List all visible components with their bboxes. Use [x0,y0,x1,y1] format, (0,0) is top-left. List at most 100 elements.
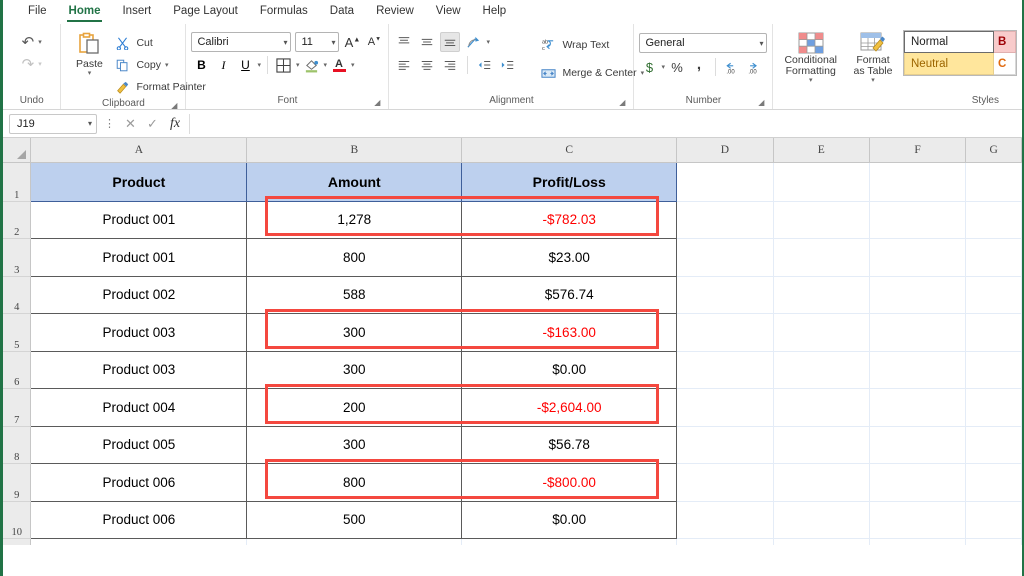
cell-profit-loss[interactable]: $23.00 [461,238,678,277]
cell-profit-loss[interactable]: -$163.00 [461,313,678,352]
fill-color-button[interactable] [301,55,321,75]
cell-d6[interactable] [676,351,774,389]
cell-product[interactable]: Product 003 [30,313,248,352]
number-format-combo[interactable]: General ▾ [639,33,768,53]
cell-f6[interactable] [869,351,967,389]
orientation-caret-icon[interactable]: ▾ [486,39,490,46]
cell-g2[interactable] [965,201,1022,239]
cell-f8[interactable] [869,426,967,464]
decrease-indent-button[interactable] [475,55,495,75]
font-dialog-launcher[interactable]: ◢ [374,98,380,107]
cell-profit-loss[interactable]: $56.78 [461,426,678,464]
percent-format-button[interactable]: % [667,57,687,77]
cell-product[interactable]: Product 006 [30,501,248,539]
cell-f2[interactable] [869,201,967,239]
cell-g11[interactable] [965,538,1022,545]
row-header-9[interactable]: 9 [3,463,32,502]
row-header-2[interactable]: 2 [3,201,32,239]
cell-f5[interactable] [869,313,967,352]
cell-e3[interactable] [773,238,870,277]
cell-style-normal[interactable]: Normal [904,31,994,53]
column-header-a[interactable]: A [30,138,248,163]
cell-d1[interactable] [676,162,774,202]
italic-button[interactable]: I [213,55,233,75]
row-header-1[interactable]: 1 [3,162,32,202]
cell-g9[interactable] [965,463,1022,502]
tab-data[interactable]: Data [319,3,365,21]
number-dialog-launcher[interactable]: ◢ [758,98,764,107]
cell-amount[interactable]: 500 [246,501,463,539]
cell-f7[interactable] [869,388,967,427]
orientation-button[interactable] [463,32,483,52]
table-header-product[interactable]: Product [30,161,248,202]
align-center-button[interactable] [417,55,437,75]
align-bottom-button[interactable] [440,32,461,52]
tab-home[interactable]: Home [58,3,112,22]
cell-c11[interactable] [461,538,678,545]
cell-f10[interactable] [869,501,967,539]
row-header-5[interactable]: 5 [3,313,32,352]
cell-d8[interactable] [676,426,774,464]
tab-formulas[interactable]: Formulas [249,3,319,21]
cell-amount[interactable]: 800 [246,238,463,277]
borders-button[interactable] [274,55,294,75]
increase-font-size-button[interactable]: A▲ [343,32,361,52]
insert-function-icon[interactable]: fx [166,116,184,132]
cell-a11[interactable] [30,538,248,545]
alignment-dialog-launcher[interactable]: ◢ [619,98,625,107]
cell-e1[interactable] [773,162,870,202]
cell-b11[interactable] [246,538,463,545]
cell-f1[interactable] [869,162,967,202]
cell-d7[interactable] [676,388,774,427]
cell-g7[interactable] [965,388,1022,427]
redo-button[interactable]: ↷ ▾ [22,53,42,75]
cancel-icon[interactable]: ✕ [122,116,139,132]
cell-product[interactable]: Product 004 [30,388,248,427]
cell-e11[interactable] [773,538,870,545]
column-header-e[interactable]: E [773,138,870,163]
row-header-7[interactable]: 7 [3,388,32,427]
row-header-6[interactable]: 6 [3,351,32,389]
cell-e4[interactable] [773,276,870,314]
cell-e6[interactable] [773,351,870,389]
comma-style-button[interactable]: , [689,56,709,77]
select-all-corner[interactable] [3,138,32,163]
cell-amount[interactable]: 200 [246,388,463,427]
undo-button[interactable]: ↶ ▾ [22,31,42,53]
cell-profit-loss[interactable]: -$2,604.00 [461,388,678,427]
cell-amount[interactable]: 800 [246,463,463,502]
cell-d4[interactable] [676,276,774,314]
cell-product[interactable]: Product 001 [30,201,248,239]
font-color-button[interactable]: A [329,55,349,75]
cell-product[interactable]: Product 002 [30,276,248,314]
align-top-button[interactable] [394,32,414,52]
cell-product[interactable]: Product 005 [30,426,248,464]
cell-d5[interactable] [676,313,774,352]
formula-input[interactable] [189,113,1016,134]
format-as-table-button[interactable]: Format as Table ▾ [847,30,899,86]
number-format-caret-icon[interactable]: ▾ [759,39,763,48]
cell-profit-loss[interactable]: -$800.00 [461,463,678,502]
cell-product[interactable]: Product 001 [30,238,248,277]
cell-f4[interactable] [869,276,967,314]
bold-button[interactable]: B [191,55,211,75]
column-header-b[interactable]: B [246,138,463,163]
cell-amount[interactable]: 588 [246,276,463,314]
cell-profit-loss[interactable]: $0.00 [461,501,678,539]
cell-e9[interactable] [773,463,870,502]
cell-profit-loss[interactable]: -$782.03 [461,201,678,239]
tab-view[interactable]: View [425,3,472,21]
cell-d10[interactable] [676,501,774,539]
cell-e7[interactable] [773,388,870,427]
increase-decimal-button[interactable]: .00 [722,57,742,77]
name-box[interactable]: J19 ▾ [9,113,97,134]
borders-caret-icon[interactable]: ▾ [296,62,300,69]
cell-g8[interactable] [965,426,1022,464]
confirm-check-icon[interactable]: ✓ [144,116,161,132]
cell-d2[interactable] [676,201,774,239]
undo-caret-icon[interactable]: ▾ [38,39,42,46]
cell-g1[interactable] [965,162,1022,202]
table-header-amount[interactable]: Amount [246,161,463,202]
cell-profit-loss[interactable]: $576.74 [461,276,678,314]
cell-g3[interactable] [965,238,1022,277]
